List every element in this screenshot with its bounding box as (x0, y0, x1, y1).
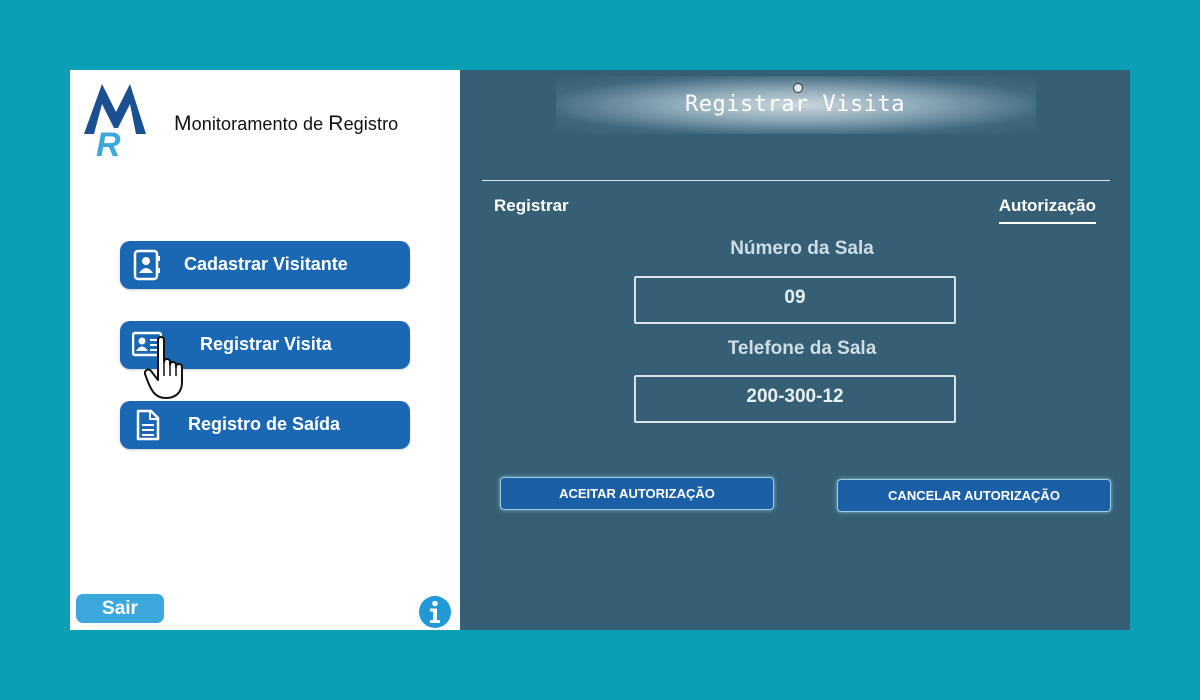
cancel-authorization-button[interactable]: CANCELAR AUTORIZAÇÃO (837, 479, 1111, 512)
room-phone-label: Telefone da Sala (727, 338, 877, 359)
cadastrar-visitante-button[interactable]: Cadastrar Visitante (120, 241, 410, 289)
room-number-label: Número da Sala (730, 238, 874, 259)
tab-autorizacao[interactable]: Autorização (998, 196, 1096, 224)
accept-authorization-button[interactable]: ACEITAR AUTORIZAÇÃO (500, 477, 774, 510)
info-icon[interactable] (418, 595, 452, 629)
registro-de-saida-button[interactable]: Registro de Saída (120, 401, 410, 449)
app-title-initial-r: R (328, 112, 344, 135)
app-title-initial-m: M (174, 112, 192, 135)
registrar-visita-button[interactable]: Registrar Visita (120, 321, 410, 369)
registrar-visita-panel: Registrar Visita Registrar Autorização N… (460, 70, 1130, 630)
room-number-field[interactable]: 09 (634, 276, 956, 324)
divider (482, 180, 1110, 181)
tab-registrar[interactable]: Registrar (494, 196, 569, 222)
nav-label: Registro de Saída (188, 414, 341, 434)
logout-button[interactable]: Sair (76, 594, 164, 623)
room-phone-field[interactable]: 200-300-12 (634, 375, 956, 423)
nav-label: Cadastrar Visitante (184, 254, 348, 274)
app-title-text-2: egistro (343, 114, 399, 134)
contact-book-icon (133, 249, 160, 281)
page-title: Registrar Visita (685, 92, 905, 117)
svg-text:R: R (96, 126, 121, 158)
nav-label: Registrar Visita (200, 334, 332, 354)
sidebar: R Monitoramento de Registro Cadastrar Vi… (70, 70, 460, 630)
app-window: R Monitoramento de Registro Cadastrar Vi… (70, 70, 1130, 630)
app-title-text-1: onitoramento de (191, 114, 329, 134)
app-title: Monitoramento de Registro (174, 112, 398, 136)
document-icon (136, 409, 160, 441)
mr-logo: R (84, 84, 146, 158)
id-card-icon (132, 331, 162, 357)
